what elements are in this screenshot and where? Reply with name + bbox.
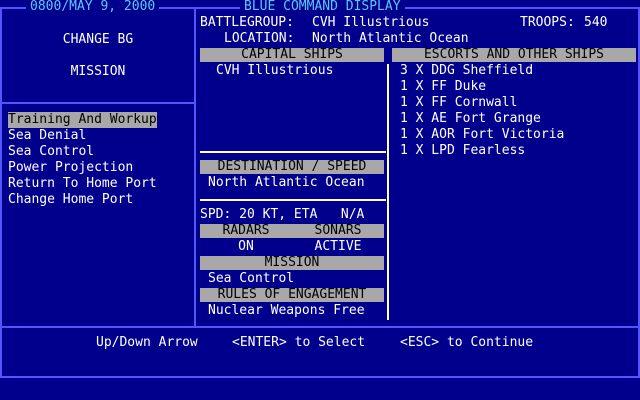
column-divider xyxy=(387,64,389,320)
escort-item-6: 1 X LPD Fearless xyxy=(400,143,526,158)
roe-value: Nuclear Weapons Free xyxy=(208,303,365,318)
menu-item-power-projection[interactable]: Power Projection xyxy=(8,160,133,176)
capital-ships-header: CAPITAL SHIPS xyxy=(200,48,384,62)
destination-value: North Atlantic Ocean xyxy=(208,175,365,190)
escorts-header: ESCORTS AND OTHER SHIPS xyxy=(392,48,636,62)
troops-label: TROOPS: xyxy=(520,15,575,30)
battlegroup-label: BATTLEGROUP: xyxy=(200,15,294,30)
radars-value[interactable]: ON xyxy=(200,239,292,255)
speed-separator xyxy=(200,199,386,201)
radars-header: RADARS xyxy=(222,223,270,238)
menu-item-training[interactable]: Training And Workup xyxy=(8,112,157,128)
troops-value: 540 xyxy=(584,15,608,30)
destination-separator xyxy=(200,151,386,153)
mission-heading: MISSION xyxy=(70,64,126,79)
roe-header: RULES OF ENGAGEMENT xyxy=(200,288,384,302)
speed-eta: SPD: 20 KT, ETA N/A xyxy=(200,207,365,222)
escort-item-1: 3 X DDG Sheffield xyxy=(400,63,534,78)
left-menu-divider xyxy=(0,102,196,104)
footer-nav-hint: Up/Down Arrow xyxy=(96,335,198,350)
datetime-label: 0800/MAY 9, 2000 xyxy=(26,0,160,14)
escort-item-3: 1 X FF Cornwall xyxy=(400,95,518,110)
menu-item-sea-control[interactable]: Sea Control xyxy=(8,144,94,160)
capital-ship-item: CVH Illustrious xyxy=(216,63,334,78)
mission-box-value: Sea Control xyxy=(208,271,295,286)
menu-item-change-home[interactable]: Change Home Port xyxy=(8,192,133,208)
destination-header: DESTINATION / SPEED xyxy=(200,160,384,174)
escort-item-5: 1 X AOR Fort Victoria xyxy=(400,127,565,142)
footer-enter-hint[interactable]: <ENTER> to Select xyxy=(232,335,365,351)
bottom-divider xyxy=(0,326,640,328)
location-label: LOCATION: xyxy=(224,31,295,46)
change-bg-button[interactable]: CHANGE BG xyxy=(0,32,196,48)
menu-item-sea-denial[interactable]: Sea Denial xyxy=(8,128,86,144)
battlegroup-value: CVH Illustrious xyxy=(312,15,430,30)
window-title: BLUE COMMAND DISPLAY xyxy=(240,0,405,14)
menu-item-return-home[interactable]: Return To Home Port xyxy=(8,176,157,192)
sonars-header: SONARS xyxy=(314,223,362,238)
mission-box-header: MISSION xyxy=(200,256,384,270)
footer-esc-hint[interactable]: <ESC> to Continue xyxy=(400,335,533,351)
sonars-value[interactable]: ACTIVE xyxy=(292,239,384,255)
escort-item-2: 1 X FF Duke xyxy=(400,79,487,94)
escort-item-4: 1 X AE Fort Grange xyxy=(400,111,541,126)
location-value: North Atlantic Ocean xyxy=(312,31,469,46)
left-divider xyxy=(194,7,196,328)
